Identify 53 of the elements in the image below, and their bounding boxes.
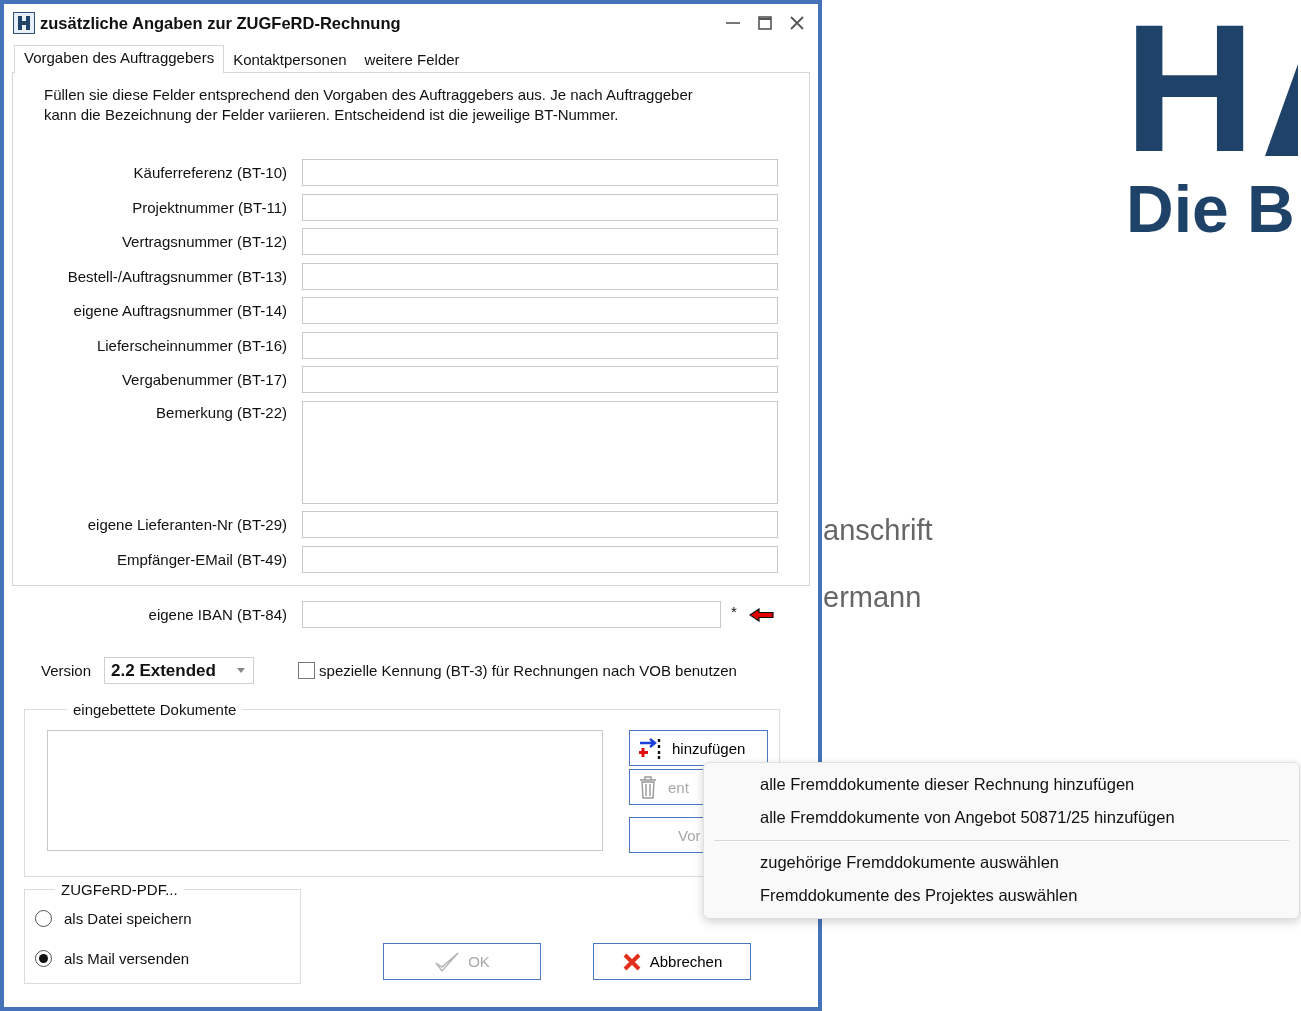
field-label: Empfänger-EMail (BT-49) (115, 550, 287, 568)
cross-icon (621, 951, 642, 972)
checkbox-label: spezielle Kennung (BT-3) für Rechnungen nach VOB benutzen (319, 662, 737, 679)
group-title: ZUGFeRD-PDF... (60, 881, 179, 898)
version-label: Version (41, 662, 92, 679)
radio-label: als Mail versenden (64, 949, 190, 967)
version-dropdown[interactable]: 2.2 Extended (104, 657, 255, 684)
input-field[interactable] (302, 601, 721, 628)
input-field[interactable] (302, 366, 778, 393)
group-title: eingebettete Dokumente (72, 701, 238, 718)
field-label: Projektnummer (BT-11) (131, 198, 287, 216)
caret-icon (237, 668, 246, 673)
required-mark: * (731, 603, 737, 620)
input-field[interactable] (302, 400, 778, 504)
field-label: eigene Lieferanten-Nr (BT-29) (86, 516, 287, 533)
field-label: Käuferreferenz (BT-10) (132, 164, 287, 181)
input-field[interactable] (302, 193, 778, 221)
document-list[interactable] (47, 730, 603, 851)
intro-text: Füllen sie diese Felder entsprechend den Vorgaben des Auftraggebers aus. Je nach Auftraggeber kann die Bezeichnung der Felder variieren. Entscheidend ist die jeweilige BT-Nummer. (44, 85, 694, 125)
window-title: zusätzliche Angaben zur ZUGFeRD-Rechnung (40, 13, 402, 33)
input-field[interactable] (302, 159, 778, 186)
input-field[interactable] (302, 331, 778, 359)
tab[interactable]: Vorgaben des Auftraggebers (14, 45, 225, 73)
tab[interactable]: weitere Felder (355, 47, 469, 73)
logo-letter: H (1124, 8, 1256, 168)
radio-label: als Datei speichern (64, 909, 192, 927)
input-field[interactable] (302, 297, 778, 324)
field-label: Vertragsnummer (BT-12) (120, 233, 287, 250)
input-field[interactable] (302, 511, 778, 538)
field-label: Bestell-/Auftragsnummer (BT-13) (66, 267, 287, 285)
cancel-button[interactable]: Abbrechen (593, 943, 751, 980)
tab[interactable]: Kontaktpersonen (224, 47, 356, 73)
field-label: eigene IBAN (BT-84) (147, 606, 287, 623)
close-icon[interactable] (790, 16, 804, 30)
document-text: ermann (823, 581, 923, 613)
input-field[interactable] (302, 545, 778, 573)
arrow-icon (748, 607, 774, 622)
document-text: anschrift (823, 514, 934, 546)
maximize-icon[interactable] (758, 16, 772, 30)
add-icon (638, 737, 662, 759)
field-label: Bemerkung (BT-22) (155, 402, 287, 421)
trash-icon (638, 775, 658, 799)
field-label: Vergabenummer (BT-17) (120, 371, 287, 388)
input-field[interactable] (302, 228, 778, 255)
logo-subtitle: Die B (1126, 174, 1296, 244)
checkbox[interactable] (298, 662, 316, 679)
field-label: eigene Auftragsnummer (BT-14) (72, 302, 287, 319)
add-button[interactable]: hinzufügen (629, 730, 768, 766)
checkmark-icon (434, 950, 461, 973)
app-icon (13, 12, 35, 34)
field-label: Lieferscheinnummer (BT-16) (95, 336, 287, 354)
input-field[interactable] (302, 262, 778, 290)
menu-item[interactable]: Fremddokumente des Projektes auswählen (714, 879, 1289, 912)
